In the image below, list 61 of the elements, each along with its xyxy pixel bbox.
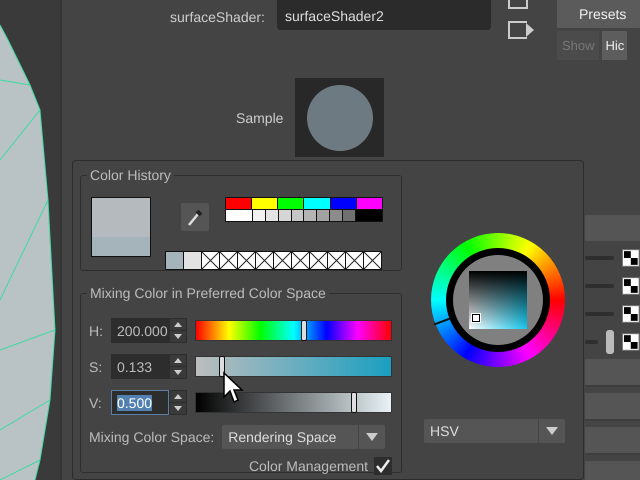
channel-field[interactable]: 0.500 — [111, 390, 169, 415]
palette-swatch[interactable] — [356, 210, 382, 221]
slider-thumb[interactable] — [350, 392, 357, 413]
spin-arrows-icon[interactable] — [169, 354, 187, 379]
channel-label: V: — [89, 394, 103, 410]
checker-icon[interactable] — [622, 249, 640, 267]
group-title: Color History — [87, 167, 174, 183]
channel-label: S: — [89, 358, 104, 374]
tab[interactable]: Hic — [602, 31, 628, 60]
palette-swatch[interactable] — [356, 198, 382, 209]
spin-arrows-icon[interactable] — [169, 390, 187, 415]
palette-swatch[interactable] — [266, 210, 278, 221]
eyedropper-icon — [186, 207, 204, 227]
palette-swatch[interactable] — [278, 198, 304, 209]
palette-swatch[interactable] — [330, 198, 356, 209]
slider-track[interactable] — [195, 320, 392, 341]
slider-track[interactable] — [195, 392, 392, 413]
color-management-label: Color Management — [248, 458, 368, 474]
history-swatch[interactable] — [184, 252, 201, 269]
mixing-space-dropdown[interactable]: Rendering Space — [222, 425, 386, 449]
mixing-space-label: Mixing Color Space: — [89, 429, 214, 445]
sample-label: Sample — [236, 110, 284, 126]
slider-thumb[interactable] — [606, 330, 614, 354]
mouse-cursor-icon — [222, 371, 244, 405]
slider-thumb[interactable] — [301, 320, 308, 341]
checker-icon[interactable] — [622, 333, 640, 351]
saturation-value-square[interactable] — [468, 271, 526, 329]
palette-swatch[interactable] — [292, 210, 304, 221]
caret-icon — [366, 433, 378, 441]
palette-swatch[interactable] — [304, 198, 330, 209]
shader-name-field[interactable]: surfaceShader2 — [276, 0, 491, 30]
palette-swatch[interactable] — [278, 210, 291, 221]
caret-icon — [546, 427, 558, 435]
presets-button[interactable]: Presets — [556, 0, 640, 28]
palette-swatch[interactable] — [253, 210, 265, 221]
spin-arrows-icon[interactable] — [169, 318, 187, 343]
checker-icon[interactable] — [622, 277, 640, 295]
checker-icon[interactable] — [622, 305, 640, 323]
current-color-swatch — [91, 197, 151, 257]
channel-field[interactable]: 0.133 — [111, 354, 169, 379]
box-play-icon[interactable] — [506, 20, 535, 40]
slider-thumb[interactable] — [218, 356, 225, 377]
palette-swatch[interactable] — [252, 198, 278, 209]
channel-label: H: — [89, 322, 104, 338]
palette-swatch[interactable] — [226, 198, 252, 209]
mode-dropdown[interactable]: HSV — [424, 419, 565, 443]
eyedropper-button[interactable] — [181, 203, 209, 231]
palette-swatch[interactable] — [330, 210, 342, 221]
panel-strip — [585, 215, 640, 241]
history-swatch[interactable] — [166, 252, 183, 269]
palette-swatch[interactable] — [304, 210, 316, 221]
palette-swatch[interactable] — [343, 210, 355, 221]
palette-swatch[interactable] — [317, 210, 330, 221]
group-title: Mixing Color in Preferred Color Space — [87, 285, 329, 301]
slider-track[interactable] — [195, 356, 392, 377]
channel-field[interactable]: 200.000 — [111, 318, 169, 343]
hue-marker[interactable] — [433, 317, 451, 326]
shader-label: surfaceShader: — [170, 9, 265, 25]
palette-swatch[interactable] — [226, 210, 252, 221]
checkbox[interactable] — [374, 457, 392, 475]
picker-handle[interactable] — [472, 314, 480, 322]
